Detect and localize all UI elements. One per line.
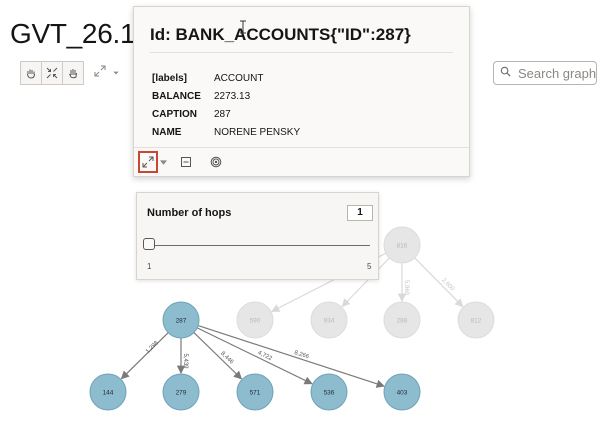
hops-value[interactable]: 1 (347, 205, 373, 221)
node-properties: [labels] ACCOUNT BALANCE 2273.13 CAPTION… (152, 69, 300, 141)
graph-edge[interactable] (414, 257, 464, 308)
node-label: 812 (471, 318, 482, 325)
property-row: [labels] ACCOUNT (152, 69, 300, 87)
node-label: 287 (176, 318, 187, 325)
property-key: CAPTION (152, 108, 197, 120)
edge-label: 2,600 (440, 277, 455, 292)
node-label: 934 (324, 318, 335, 325)
text-cursor-icon (240, 20, 246, 34)
popover-actions (138, 151, 226, 173)
hops-max-label: 5 (367, 262, 372, 271)
node-label: 571 (250, 390, 261, 397)
hops-min-label: 1 (147, 262, 152, 271)
expand-button[interactable] (138, 151, 158, 173)
property-value: 2273.13 (214, 90, 251, 102)
expand-icon (142, 156, 154, 168)
hops-slider-thumb[interactable] (143, 238, 155, 250)
node-label: 144 (103, 390, 114, 397)
property-row: NAME NORENE PENSKY (152, 123, 300, 141)
divider (150, 52, 453, 53)
edge-label: 5,960 (403, 280, 409, 296)
expand-options-button[interactable] (158, 151, 168, 173)
edge-label: 8,446 (219, 351, 234, 366)
property-value: 287 (214, 108, 231, 120)
node-id-title: Id: BANK_ACCOUNTS{"ID":287} (150, 25, 411, 44)
node-label: 279 (176, 390, 187, 397)
node-label: 536 (324, 390, 335, 397)
node-details-popover: Id: BANK_ACCOUNTS{"ID":287} [labels] ACC… (133, 6, 470, 177)
collapse-button[interactable] (176, 151, 196, 173)
node-label: 590 (250, 318, 261, 325)
hops-panel: Number of hops 1 1 5 (136, 192, 379, 280)
collapse-minus-icon (181, 157, 191, 167)
property-row: BALANCE 2273.13 (152, 87, 300, 105)
graph-edge[interactable] (193, 332, 243, 380)
property-key: NAME (152, 126, 182, 138)
chevron-down-icon (159, 159, 167, 165)
property-key: [labels] (152, 72, 188, 84)
node-label: 288 (397, 318, 408, 325)
property-key: BALANCE (152, 90, 201, 102)
focus-target-icon (210, 156, 222, 168)
edge-label: 5,439 (182, 354, 188, 370)
divider (134, 147, 469, 148)
hops-slider-track[interactable] (151, 245, 370, 246)
hops-label: Number of hops (147, 207, 232, 219)
focus-button[interactable] (206, 151, 226, 173)
node-label: 816 (397, 243, 408, 250)
property-row: CAPTION 287 (152, 105, 300, 123)
property-value: NORENE PENSKY (214, 126, 301, 138)
property-value: ACCOUNT (214, 72, 264, 84)
graph-edge[interactable] (120, 332, 169, 380)
node-label: 403 (397, 390, 408, 397)
